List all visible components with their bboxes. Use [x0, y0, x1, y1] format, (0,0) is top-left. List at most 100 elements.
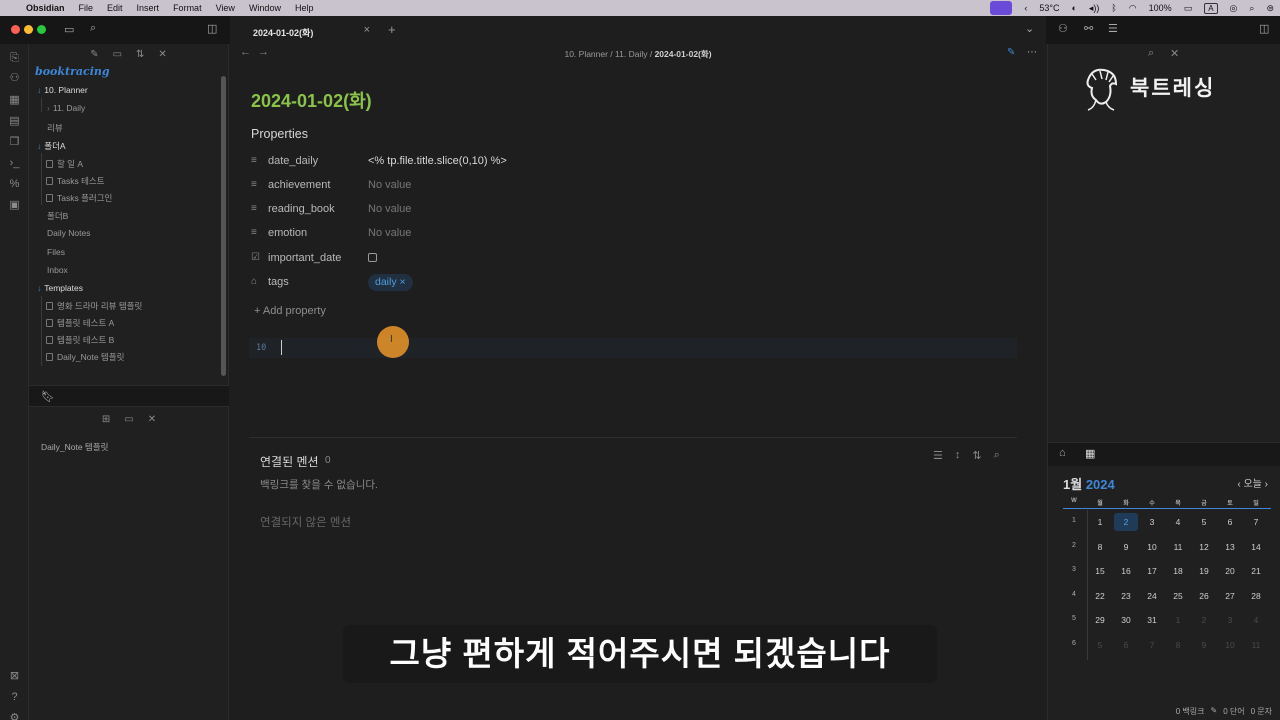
terminal-icon[interactable]: ›_: [8, 157, 21, 170]
calendar-day[interactable]: 15: [1087, 566, 1113, 576]
file-icon[interactable]: ⎘: [8, 52, 21, 65]
settings-gear-icon[interactable]: ⚙: [8, 712, 21, 720]
property-row[interactable]: ≡ date_daily <% tp.file.title.slice(0,10…: [251, 153, 751, 171]
calendar-day[interactable]: 5: [1191, 517, 1217, 527]
property-key[interactable]: achievement: [268, 179, 330, 191]
tree-folder-planner[interactable]: ↓ 10. Planner: [37, 85, 88, 95]
sidebar-toggle-icon[interactable]: ◫: [207, 22, 217, 35]
calendar-day[interactable]: 17: [1139, 566, 1165, 576]
property-key[interactable]: reading_book: [268, 203, 335, 215]
calendar-day[interactable]: 13: [1217, 542, 1243, 552]
battery-icon[interactable]: ▭: [1184, 3, 1193, 14]
status-backlinks[interactable]: 0 백링크: [1176, 706, 1205, 717]
collapse-all-icon[interactable]: ✕: [158, 49, 166, 60]
sort-icon[interactable]: ⇅: [972, 449, 981, 462]
chevron-down-icon[interactable]: ⌄: [1025, 22, 1034, 35]
bluetooth-icon[interactable]: ᛒ: [1111, 3, 1116, 13]
more-options-icon[interactable]: ⋯: [1027, 47, 1037, 58]
property-row[interactable]: ☑ important_date: [251, 250, 751, 268]
breadcrumb-path[interactable]: 10. Planner / 11. Daily /: [564, 49, 654, 59]
vault-switch-icon[interactable]: ⊠: [8, 670, 21, 683]
calendar-day[interactable]: 3: [1217, 615, 1243, 625]
calendar-day[interactable]: 30: [1113, 615, 1139, 625]
calendar-day[interactable]: 18: [1165, 566, 1191, 576]
add-property-button[interactable]: + Add property: [254, 305, 326, 317]
tree-file[interactable]: 템플릿 테스트 B: [46, 334, 114, 346]
calendar-day[interactable]: 25: [1165, 591, 1191, 601]
property-row[interactable]: ≡ achievement No value: [251, 177, 751, 195]
tree-file[interactable]: Tasks 테스트: [46, 175, 105, 187]
calendar-day[interactable]: 8: [1165, 640, 1191, 650]
menu-app-name[interactable]: Obsidian: [26, 3, 65, 13]
graph-view-icon[interactable]: ⚇: [8, 72, 21, 85]
property-value[interactable]: <% tp.file.title.slice(0,10) %>: [368, 155, 507, 167]
tree-file[interactable]: 템플릿 테스트 A: [46, 317, 114, 329]
list-icon[interactable]: ☰: [933, 449, 943, 462]
new-folder-icon[interactable]: ▭: [113, 49, 122, 60]
wifi-icon[interactable]: ◠: [1129, 3, 1137, 14]
sync-icon[interactable]: ◐: [1071, 3, 1076, 13]
menu-file[interactable]: File: [79, 3, 94, 13]
folder-icon[interactable]: ▭: [64, 23, 74, 36]
edit-mode-icon[interactable]: ✎: [1007, 47, 1015, 58]
calendar-day[interactable]: 31: [1139, 615, 1165, 625]
calendar-day[interactable]: 4: [1165, 517, 1191, 527]
calendar-day[interactable]: 11: [1243, 640, 1269, 650]
calendar-day[interactable]: 9: [1191, 640, 1217, 650]
template-icon[interactable]: %: [8, 178, 21, 191]
tree-file[interactable]: 영화 드라마 리뷰 템플릿: [46, 300, 142, 312]
property-value[interactable]: No value: [368, 227, 411, 239]
calendar-day[interactable]: 6: [1217, 517, 1243, 527]
tree-folder-review[interactable]: 리뷰: [47, 122, 63, 134]
search-icon[interactable]: ⌕: [1249, 3, 1254, 14]
help-icon[interactable]: ?: [8, 691, 21, 704]
linked-mentions-title[interactable]: 연결된 멘션: [260, 453, 319, 470]
screen-record-icon[interactable]: [990, 1, 1013, 15]
calendar-day[interactable]: 26: [1191, 591, 1217, 601]
tree-folder-templates[interactable]: ↓ Templates: [37, 283, 83, 293]
minimize-window-button[interactable]: [24, 25, 33, 34]
property-row[interactable]: ≡ emotion No value: [251, 225, 751, 243]
property-key[interactable]: tags: [268, 276, 289, 288]
right-sidebar-toggle-icon[interactable]: ◫: [1259, 22, 1269, 35]
calendar-day[interactable]: 22: [1087, 591, 1113, 601]
new-group-icon[interactable]: ▭: [124, 414, 133, 425]
calendar-day[interactable]: 8: [1087, 542, 1113, 552]
calendar-day[interactable]: 2: [1113, 517, 1139, 527]
grid-icon[interactable]: ▦: [8, 94, 21, 107]
tree-folder-inbox[interactable]: Inbox: [47, 265, 68, 275]
menu-view[interactable]: View: [216, 3, 235, 13]
volume-icon[interactable]: ◂)): [1089, 3, 1100, 14]
close-icon[interactable]: ✕: [1170, 47, 1179, 60]
search-icon[interactable]: ⌕: [1148, 47, 1154, 60]
menu-edit[interactable]: Edit: [107, 3, 123, 13]
active-line[interactable]: [249, 338, 1017, 358]
calendar-day[interactable]: 3: [1139, 517, 1165, 527]
expand-icon[interactable]: ↕: [955, 449, 961, 462]
tree-folder-daily-notes[interactable]: Daily Notes: [47, 228, 90, 238]
tree-folder-files[interactable]: Files: [47, 247, 65, 257]
property-key[interactable]: important_date: [268, 252, 341, 264]
bookmark-item[interactable]: Daily_Note 템플릿: [41, 441, 108, 453]
calendar-day[interactable]: 6: [1113, 640, 1139, 650]
calendar-day[interactable]: 7: [1139, 640, 1165, 650]
note-title[interactable]: 2024-01-02(화): [251, 87, 372, 113]
tree-file[interactable]: Tasks 플러그인: [46, 192, 112, 204]
sort-icon[interactable]: ⇅: [136, 49, 144, 60]
tree-folder-a[interactable]: ↓ 폴더A: [37, 140, 66, 152]
tab-active-note[interactable]: 2024-01-02(화) ×: [240, 18, 378, 44]
new-note-icon[interactable]: ✎: [90, 49, 98, 60]
archive-icon[interactable]: ▣: [8, 199, 21, 212]
collapse-icon[interactable]: ✕: [148, 414, 156, 425]
calendar-day[interactable]: 12: [1191, 542, 1217, 552]
calendar-icon[interactable]: ▦: [1085, 447, 1095, 460]
menu-help[interactable]: Help: [295, 3, 314, 13]
property-row[interactable]: ≡ reading_book No value: [251, 201, 751, 219]
calendar-day[interactable]: 21: [1243, 566, 1269, 576]
graph-icon[interactable]: ⚇: [1058, 22, 1068, 35]
input-source-indicator[interactable]: A: [1204, 2, 1218, 14]
search-icon[interactable]: ⌕: [994, 449, 1000, 462]
calendar-day[interactable]: 28: [1243, 591, 1269, 601]
calendar-day[interactable]: 24: [1139, 591, 1165, 601]
tab-close-icon[interactable]: ×: [364, 24, 370, 36]
